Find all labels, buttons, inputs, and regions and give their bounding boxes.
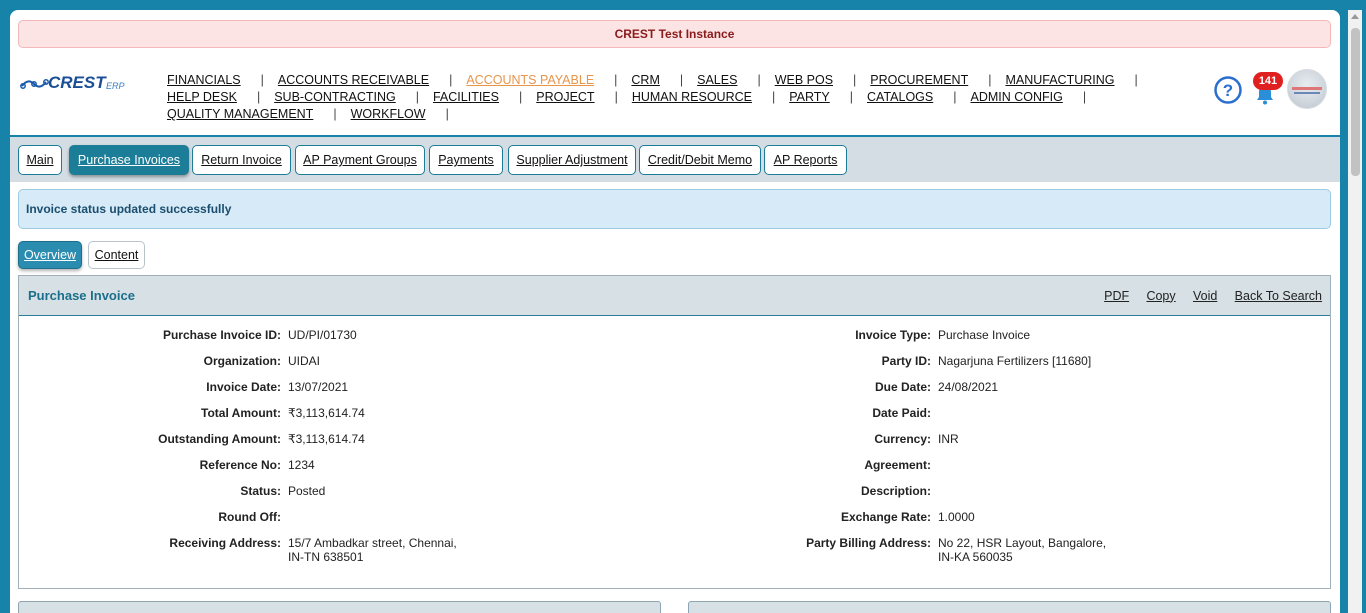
value-party-billing-address-line1: No 22, HSR Layout, Bangalore, — [938, 536, 1107, 550]
nav-accounts-payable[interactable]: ACCOUNTS PAYABLE — [466, 72, 594, 89]
label-invoice-type: Invoice Type: — [855, 328, 931, 342]
tab-ap-payment-groups[interactable]: AP Payment Groups — [295, 145, 425, 175]
value-exchange-rate: 1.0000 — [938, 510, 975, 524]
panel-actions: PDF Copy Void Back To Search — [1090, 289, 1322, 303]
value-total-amount: ₹3,113,614.74 — [288, 406, 365, 420]
nav-quality-management[interactable]: QUALITY MANAGEMENT — [167, 106, 313, 123]
value-invoice-date: 13/07/2021 — [288, 380, 349, 394]
value-reference-no: 1234 — [288, 458, 315, 472]
value-party-billing-address-line2: IN-KA 560035 — [938, 550, 1013, 564]
subtab-overview[interactable]: Overview — [18, 241, 82, 269]
bottom-right-panel — [688, 601, 1331, 613]
label-total-amount: Total Amount: — [201, 406, 281, 420]
main-navigation: FINANCIALS | ACCOUNTS RECEIVABLE | ACCOUNT… — [167, 72, 1138, 123]
label-invoice-date: Invoice Date: — [206, 380, 281, 394]
nav-financials[interactable]: FINANCIALS — [167, 72, 241, 89]
nav-accounts-receivable[interactable]: ACCOUNTS RECEIVABLE — [278, 72, 429, 89]
value-organization: UIDAI — [288, 354, 321, 368]
nav-help-desk[interactable]: HELP DESK — [167, 89, 237, 106]
label-agreement: Agreement: — [864, 458, 931, 472]
purchase-invoice-panel: Purchase Invoice PDF Copy Void Back To S… — [18, 275, 1331, 589]
scroll-up-arrow-icon[interactable] — [1351, 14, 1359, 19]
label-purchase-invoice-id: Purchase Invoice ID: — [162, 328, 281, 342]
nav-manufacturing[interactable]: MANUFACTURING — [1005, 72, 1114, 89]
value-outstanding-amount: ₹3,113,614.74 — [288, 432, 365, 446]
value-party-id: Nagarjuna Fertilizers [11680] — [938, 354, 1092, 368]
nav-workflow[interactable]: WORKFLOW — [351, 106, 426, 123]
nav-row-3: QUALITY MANAGEMENT | WORKFLOW | — [167, 106, 449, 123]
label-organization: Organization: — [203, 354, 281, 368]
value-invoice-type: Purchase Invoice — [938, 328, 1031, 342]
value-purchase-invoice-id: UD/PI/01730 — [288, 328, 357, 342]
nav-crm[interactable]: CRM — [631, 72, 659, 89]
page-scrollbar[interactable] — [1348, 10, 1362, 613]
user-avatar[interactable] — [1287, 69, 1327, 109]
tab-return-invoice[interactable]: Return Invoice — [192, 145, 291, 175]
tab-payments[interactable]: Payments — [429, 145, 503, 175]
nav-human-resource[interactable]: HUMAN RESOURCE — [632, 89, 752, 106]
svg-text:CREST: CREST — [48, 73, 107, 92]
module-tab-bar: Main Purchase Invoices Return Invoice AP… — [10, 135, 1340, 182]
tab-credit-debit-memo[interactable]: Credit/Debit Memo — [639, 145, 761, 175]
notification-badge[interactable]: 141 — [1253, 72, 1283, 90]
pdf-link[interactable]: PDF — [1104, 289, 1129, 303]
tab-supplier-adjustment[interactable]: Supplier Adjustment — [508, 145, 636, 175]
nav-web-pos[interactable]: WEB POS — [775, 72, 833, 89]
nav-sub-contracting[interactable]: SUB-CONTRACTING — [274, 89, 396, 106]
label-outstanding-amount: Outstanding Amount: — [158, 432, 281, 446]
void-link[interactable]: Void — [1193, 289, 1217, 303]
nav-admin-config[interactable]: ADMIN CONFIG — [970, 89, 1062, 106]
nav-sales[interactable]: SALES — [697, 72, 737, 89]
label-due-date: Due Date: — [874, 380, 931, 394]
svg-text:?: ? — [1223, 81, 1233, 100]
value-due-date: 24/08/2021 — [938, 380, 999, 394]
label-date-paid: Date Paid: — [872, 406, 931, 420]
value-currency: INR — [938, 432, 959, 446]
value-receiving-address-line1: 15/7 Ambadkar street, Chennai, — [288, 536, 457, 550]
value-receiving-address-line2: IN-TN 638501 — [288, 550, 364, 564]
label-description: Description: — [860, 484, 931, 498]
nav-procurement[interactable]: PROCUREMENT — [870, 72, 968, 89]
nav-row-1: FINANCIALS | ACCOUNTS RECEIVABLE | ACCOUNT… — [167, 72, 1138, 89]
label-exchange-rate: Exchange Rate: — [840, 510, 931, 524]
label-party-id: Party ID: — [881, 354, 931, 368]
label-status: Status: — [240, 484, 281, 498]
nav-catalogs[interactable]: CATALOGS — [867, 89, 933, 106]
tab-purchase-invoices[interactable]: Purchase Invoices — [69, 145, 189, 175]
copy-link[interactable]: Copy — [1146, 289, 1175, 303]
label-receiving-address: Receiving Address: — [169, 536, 281, 550]
bottom-left-panel — [18, 601, 661, 613]
back-to-search-link[interactable]: Back To Search — [1235, 289, 1322, 303]
tab-ap-reports[interactable]: AP Reports — [764, 145, 847, 175]
nav-party[interactable]: PARTY — [789, 89, 830, 106]
scrollbar-thumb[interactable] — [1351, 28, 1360, 176]
label-party-billing-address: Party Billing Address: — [806, 536, 931, 550]
success-message: Invoice status updated successfully — [18, 189, 1331, 229]
nav-project[interactable]: PROJECT — [536, 89, 594, 106]
panel-header: Purchase Invoice PDF Copy Void Back To S… — [19, 276, 1330, 316]
app-frame: CREST Test Instance CREST ERP FINANCIALS… — [10, 10, 1340, 613]
instance-banner: CREST Test Instance — [18, 20, 1331, 48]
panel-title: Purchase Invoice — [28, 288, 135, 303]
nav-row-2: HELP DESK | SUB-CONTRACTING | FACILITIES | … — [167, 89, 1087, 106]
nav-facilities[interactable]: FACILITIES — [433, 89, 499, 106]
label-round-off: Round Off: — [218, 510, 281, 524]
label-reference-no: Reference No: — [199, 458, 281, 472]
value-status: Posted — [288, 484, 326, 498]
tab-main[interactable]: Main — [18, 145, 62, 175]
crest-logo[interactable]: CREST ERP — [20, 68, 125, 96]
svg-text:ERP: ERP — [106, 81, 125, 91]
label-currency: Currency: — [874, 432, 931, 446]
subtab-content[interactable]: Content — [88, 241, 145, 269]
help-icon[interactable]: ? — [1213, 75, 1243, 105]
